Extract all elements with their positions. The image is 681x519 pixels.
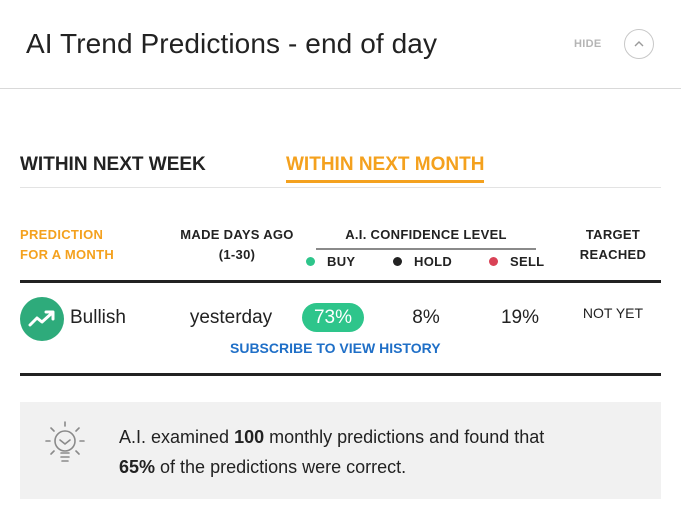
header-confidence-level: A.I. CONFIDENCE LEVEL	[316, 225, 536, 250]
sell-confidence-value: 19%	[500, 307, 540, 328]
timeframe-tabs: WITHIN NEXT WEEK WITHIN NEXT MONTH	[20, 154, 661, 188]
hold-confidence-value: 8%	[412, 307, 440, 328]
hide-label[interactable]: HIDE	[574, 38, 601, 50]
widget-header: AI Trend Predictions - end of day HIDE	[0, 0, 681, 89]
insight-text-part2: monthly predictions and found that	[264, 427, 545, 447]
collapse-button[interactable]	[624, 29, 654, 59]
subheader-sell: SELL	[489, 254, 544, 269]
insight-percent: 65%	[119, 457, 156, 477]
buy-dot	[306, 257, 315, 266]
prediction-trend: Bullish	[70, 307, 126, 328]
subheader-hold: HOLD	[393, 254, 452, 269]
tab-within-next-week[interactable]: WITHIN NEXT WEEK	[20, 154, 206, 182]
lightbulb-icon	[45, 421, 85, 462]
header-prediction-line2: FOR A MONTH	[20, 247, 115, 262]
insight-count: 100	[234, 427, 265, 447]
tab-within-next-month[interactable]: WITHIN NEXT MONTH	[286, 154, 485, 183]
table-divider-top	[20, 280, 661, 283]
header-made-line2: (1-30)	[218, 247, 256, 262]
subheader-buy-label: BUY	[327, 254, 356, 269]
header-target-line2: REACHED	[579, 247, 647, 262]
subscribe-history-link[interactable]: SUBSCRIBE TO VIEW HISTORY	[230, 340, 441, 356]
target-reached-value: NOT YET	[582, 305, 644, 321]
insight-text: A.I. examined 100 monthly predictions an…	[119, 422, 639, 482]
hold-dot	[393, 257, 402, 266]
header-prediction: PREDICTION FOR A MONTH	[20, 225, 114, 265]
table-divider-bottom	[20, 373, 661, 376]
widget-title: AI Trend Predictions - end of day	[26, 28, 438, 59]
trending-up-icon	[20, 297, 64, 341]
header-made-line1: MADE DAYS AGO	[180, 227, 294, 242]
header-made-days-ago: MADE DAYS AGO (1-30)	[172, 225, 302, 265]
header-target-line1: TARGET	[585, 227, 641, 242]
buy-confidence-badge: 73%	[302, 303, 364, 332]
made-days-ago-value: yesterday	[189, 307, 273, 328]
subheader-buy: BUY	[306, 254, 355, 269]
subheader-hold-label: HOLD	[414, 254, 453, 269]
sell-dot	[489, 257, 498, 266]
chevron-up-icon	[634, 41, 644, 47]
header-prediction-line1: PREDICTION	[20, 227, 104, 242]
insight-text-part3: of the predictions were correct.	[155, 457, 407, 477]
subheader-sell-label: SELL	[510, 254, 545, 269]
insight-text-part1: A.I. examined	[119, 427, 235, 447]
header-target-reached: TARGET REACHED	[568, 225, 658, 265]
